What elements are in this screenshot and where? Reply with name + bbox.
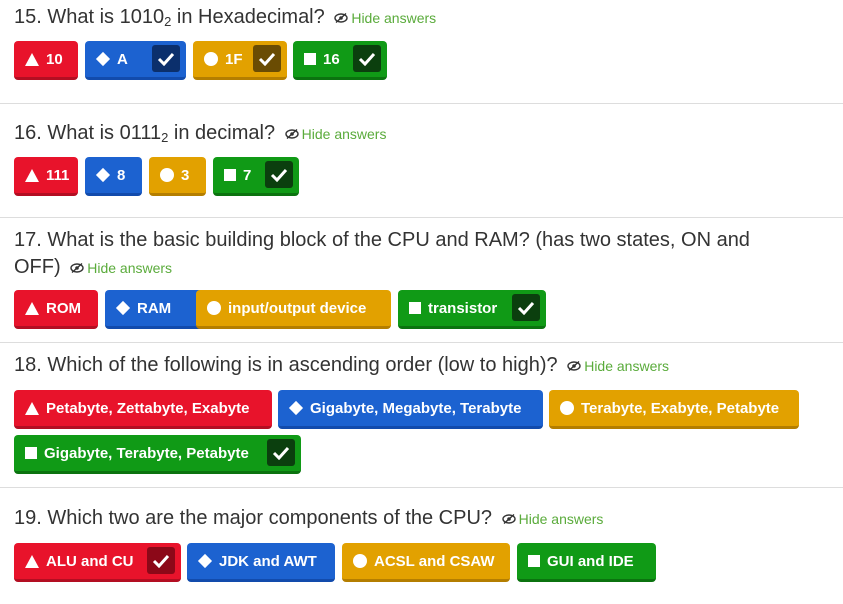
answer-option[interactable]: 111 [14, 157, 78, 196]
eye-slash-icon [70, 263, 84, 273]
diamond-icon [288, 400, 304, 416]
square-icon [224, 169, 236, 181]
triangle-icon [25, 52, 39, 66]
answer-option[interactable]: JDK and AWT [187, 543, 335, 582]
circle-icon [353, 554, 367, 568]
square-icon [409, 302, 421, 314]
answer-option[interactable]: Gigabyte, Terabyte, Petabyte [14, 435, 301, 474]
triangle-icon [25, 168, 39, 182]
question-number: 18. [14, 354, 42, 376]
eye-slash-icon [501, 514, 516, 524]
triangle-icon [25, 301, 39, 315]
triangle-icon [25, 401, 39, 415]
question-title: 18. Which of the following is in ascendi… [14, 352, 669, 380]
circle-icon [160, 168, 174, 182]
answer-option[interactable]: 8 [85, 157, 142, 196]
diamond-icon [95, 167, 111, 183]
hide-answers-link[interactable]: Hide answers [567, 358, 669, 374]
check-icon [253, 45, 281, 72]
question-text: Which of the following is in ascending o… [47, 354, 558, 376]
circle-icon [204, 52, 218, 66]
eye-slash-icon [284, 129, 299, 139]
question-title: 17. What is the basic building block of … [14, 227, 750, 282]
check-icon [147, 547, 175, 574]
diamond-icon [115, 300, 131, 316]
answer-option[interactable]: ALU and CU [14, 543, 181, 582]
answer-option[interactable]: Gigabyte, Megabyte, Terabyte [278, 390, 543, 429]
answer-option[interactable]: Terabyte, Exabyte, Petabyte [549, 390, 799, 429]
answer-option[interactable]: 1F [193, 41, 287, 80]
answer-option[interactable]: 10 [14, 41, 78, 80]
question-text: What is the basic building block of the … [47, 229, 750, 251]
square-icon [304, 53, 316, 65]
answer-option[interactable]: RAM [105, 290, 203, 329]
hide-answers-link[interactable]: Hide answers [501, 511, 603, 527]
question-text-continued: OFF) [14, 256, 61, 278]
question-16: 16. What is 01112 in decimal? Hide answe… [0, 104, 843, 218]
hide-answers-link[interactable]: Hide answers [334, 10, 436, 26]
question-19: 19. Which two are the major components o… [0, 488, 843, 604]
answer-option[interactable]: Petabyte, Zettabyte, Exabyte [14, 390, 272, 429]
answer-option[interactable]: ACSL and CSAW [342, 543, 510, 582]
question-title: 19. Which two are the major components o… [14, 505, 603, 533]
question-text: What is 10102 in Hexadecimal? [47, 6, 325, 29]
question-number: 15. [14, 6, 42, 28]
check-icon [265, 161, 293, 188]
answer-option[interactable]: ROM [14, 290, 98, 329]
square-icon [528, 555, 540, 567]
answer-option[interactable]: input/output device [196, 290, 391, 329]
check-icon [152, 45, 180, 72]
diamond-icon [197, 553, 213, 569]
answer-option[interactable]: 3 [149, 157, 206, 196]
diamond-icon [95, 51, 111, 67]
question-15: 15. What is 10102 in Hexadecimal? Hide a… [0, 0, 843, 104]
check-icon [512, 294, 540, 321]
question-18: 18. Which of the following is in ascendi… [0, 343, 843, 488]
answer-option[interactable]: A [85, 41, 186, 80]
question-title: 16. What is 01112 in decimal? Hide answe… [14, 120, 386, 148]
hide-answers-link[interactable]: Hide answers [284, 126, 386, 142]
eye-slash-icon [334, 13, 349, 23]
answer-option[interactable]: GUI and IDE [517, 543, 656, 582]
check-icon [353, 45, 381, 72]
answer-option[interactable]: 16 [293, 41, 387, 80]
question-text: Which two are the major components of th… [47, 507, 493, 529]
answer-option[interactable]: transistor [398, 290, 546, 329]
circle-icon [560, 401, 574, 415]
answer-option[interactable]: 7 [213, 157, 299, 196]
question-title: 15. What is 10102 in Hexadecimal? Hide a… [14, 4, 436, 32]
circle-icon [207, 301, 221, 315]
check-icon [267, 439, 295, 466]
question-number: 17. [14, 229, 42, 251]
question-number: 16. [14, 122, 42, 144]
question-number: 19. [14, 507, 42, 529]
square-icon [25, 447, 37, 459]
question-17: 17. What is the basic building block of … [0, 218, 843, 343]
question-text: What is 01112 in decimal? [47, 122, 276, 145]
triangle-icon [25, 554, 39, 568]
eye-slash-icon [567, 361, 581, 371]
hide-answers-link[interactable]: Hide answers [70, 260, 172, 276]
